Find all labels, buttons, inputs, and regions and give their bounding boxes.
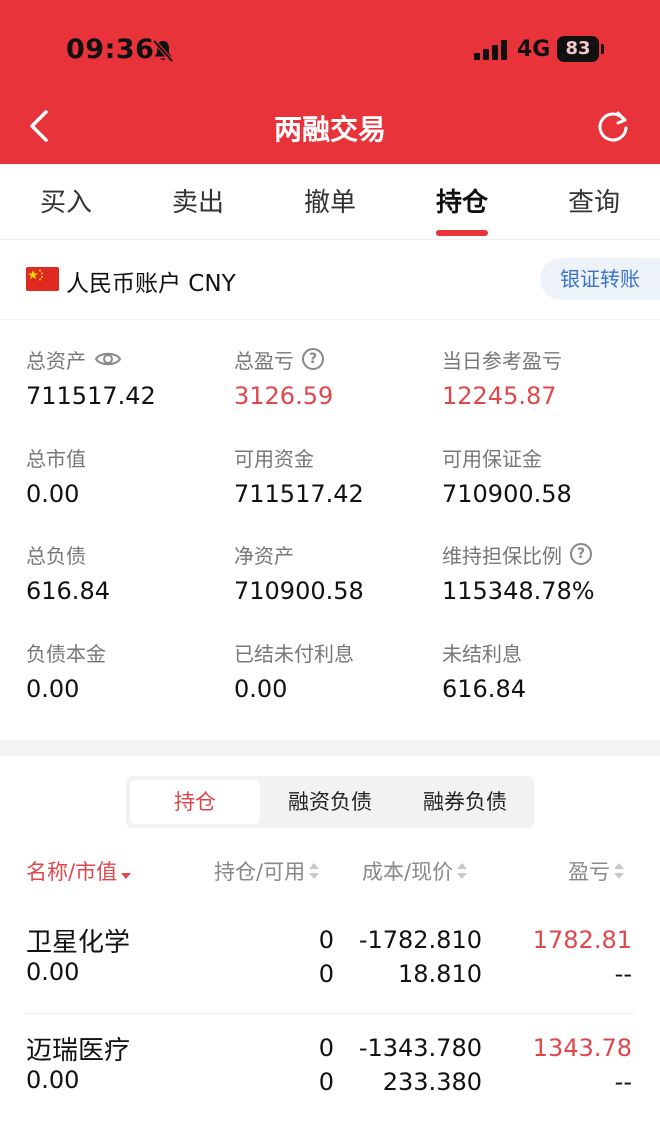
header-cost-price[interactable]: 成本/现价 xyxy=(362,856,468,886)
signal-icon xyxy=(474,40,507,60)
stat-label: 总盈亏 xyxy=(234,348,294,373)
current-price: 18.810 xyxy=(398,960,482,988)
tab-positions[interactable]: 持仓 xyxy=(396,182,528,219)
available-qty: 0 xyxy=(318,1068,334,1096)
stat-label: 总市值 xyxy=(26,446,86,471)
question-icon[interactable]: ? xyxy=(570,543,592,565)
bank-transfer-button[interactable]: 银证转账 xyxy=(540,258,660,300)
active-tab-indicator xyxy=(436,230,488,236)
status-bar: 09:36 4G 83 xyxy=(0,0,660,100)
table-row[interactable]: 迈瑞医疗 0.00 0 0 -1343.780 233.380 1343.78 … xyxy=(0,1014,660,1122)
stat-daily-pnl: 当日参考盈亏 12245.87 xyxy=(442,344,642,411)
stat-unsettled-interest: 未结利息 616.84 xyxy=(442,637,642,704)
stat-total-pnl: 总盈亏? 3126.59 xyxy=(234,344,434,410)
tab-query[interactable]: 查询 xyxy=(528,182,660,219)
stat-settled-unpaid-interest: 已结未付利息 0.00 xyxy=(234,637,434,704)
stat-label: 未结利息 xyxy=(442,641,522,666)
pnl-ratio: -- xyxy=(614,960,632,988)
market-value: 0.00 xyxy=(26,958,80,986)
position-segment-control: 持仓 融资负债 融券负债 xyxy=(126,776,534,828)
trade-tabs: 买入 卖出 撤单 持仓 查询 xyxy=(0,164,660,240)
stock-name: 卫星化学 xyxy=(26,928,131,958)
stat-value: 115348.78% xyxy=(442,577,595,605)
header-pnl[interactable]: 盈亏 xyxy=(568,856,624,886)
page-title: 两融交易 xyxy=(273,113,386,146)
sort-icon xyxy=(614,863,624,879)
positions-panel: 持仓 融资负债 融券负债 名称/市值 持仓/可用 成本/现价 盈亏 卫星化学 0… xyxy=(0,756,660,1125)
stat-label: 维持担保比例 xyxy=(442,543,562,568)
refresh-icon[interactable] xyxy=(594,108,632,146)
stat-total-liabilities: 总负债 616.84 xyxy=(26,539,226,606)
stat-value: 711517.42 xyxy=(234,480,364,508)
stat-value: 710900.58 xyxy=(442,480,572,508)
cost-price: -1343.780 xyxy=(358,1034,482,1062)
stat-label: 可用保证金 xyxy=(442,446,542,471)
stat-value: 3126.59 xyxy=(234,382,334,410)
sort-icon xyxy=(309,863,320,879)
pnl-ratio: -- xyxy=(614,1068,632,1096)
battery-icon: 83 xyxy=(557,36,605,62)
stat-label: 净资产 xyxy=(234,543,294,568)
battery-level: 83 xyxy=(565,38,591,59)
header-name-value[interactable]: 名称/市值 xyxy=(26,856,132,886)
stat-label: 已结未付利息 xyxy=(234,641,354,666)
position-qty: 0 xyxy=(318,926,334,954)
market-value: 0.00 xyxy=(26,1066,80,1094)
stat-value: 0.00 xyxy=(26,480,80,508)
china-flag-icon xyxy=(26,267,59,291)
stat-value: 616.84 xyxy=(26,577,110,605)
segment-positions[interactable]: 持仓 xyxy=(130,780,260,824)
stat-available-margin: 可用保证金 710900.58 xyxy=(442,442,642,509)
current-price: 233.380 xyxy=(382,1068,482,1096)
stat-value: 710900.58 xyxy=(234,577,364,605)
stat-label: 可用资金 xyxy=(234,446,314,471)
stat-value: 711517.42 xyxy=(26,382,156,410)
tab-sell[interactable]: 卖出 xyxy=(132,182,264,219)
stat-label: 当日参考盈亏 xyxy=(442,348,562,373)
segment-short-debt[interactable]: 融券负债 xyxy=(400,780,530,824)
stat-value: 0.00 xyxy=(26,675,80,703)
available-qty: 0 xyxy=(318,960,334,988)
account-summary: 总资产 711517.42 总盈亏? 3126.59 当日参考盈亏 12245.… xyxy=(0,320,660,740)
network-type: 4G xyxy=(517,37,551,62)
stat-label: 总负债 xyxy=(26,543,86,568)
pnl-value: 1782.81 xyxy=(532,926,632,954)
stat-available-funds: 可用资金 711517.42 xyxy=(234,442,434,509)
header-position[interactable]: 持仓/可用 xyxy=(214,856,320,886)
stat-market-value: 总市值 0.00 xyxy=(26,442,226,509)
eye-icon[interactable] xyxy=(94,349,122,369)
sort-icon xyxy=(457,863,468,879)
table-row[interactable]: 卫星化学 0.00 0 0 -1782.810 18.810 1782.81 -… xyxy=(0,906,660,1014)
status-time: 09:36 xyxy=(66,34,155,65)
stat-label: 负债本金 xyxy=(26,641,106,666)
position-qty: 0 xyxy=(318,1034,334,1062)
stat-net-assets: 净资产 710900.58 xyxy=(234,539,434,606)
tab-buy[interactable]: 买入 xyxy=(0,182,132,219)
app-header: 09:36 4G 83 两融交易 xyxy=(0,0,660,164)
cost-price: -1782.810 xyxy=(358,926,482,954)
stock-name: 迈瑞医疗 xyxy=(26,1036,131,1066)
stat-maintenance-ratio: 维持担保比例? 115348.78% xyxy=(442,539,642,605)
account-label: 人民币账户 CNY xyxy=(66,271,236,297)
segment-margin-debt[interactable]: 融资负债 xyxy=(265,780,395,824)
stat-debt-principal: 负债本金 0.00 xyxy=(26,637,226,704)
stat-label: 总资产 xyxy=(26,348,86,373)
stat-total-assets: 总资产 711517.42 xyxy=(26,344,226,411)
stat-value: 616.84 xyxy=(442,675,526,703)
account-bar: 人民币账户 CNY 银证转账 xyxy=(0,240,660,320)
sort-icon xyxy=(121,863,132,879)
pnl-value: 1343.78 xyxy=(532,1034,632,1062)
question-icon[interactable]: ? xyxy=(302,348,324,370)
tab-cancel[interactable]: 撤单 xyxy=(264,182,396,219)
stat-value: 0.00 xyxy=(234,675,288,703)
stat-value: 12245.87 xyxy=(442,382,557,410)
bell-muted-icon xyxy=(152,39,174,63)
